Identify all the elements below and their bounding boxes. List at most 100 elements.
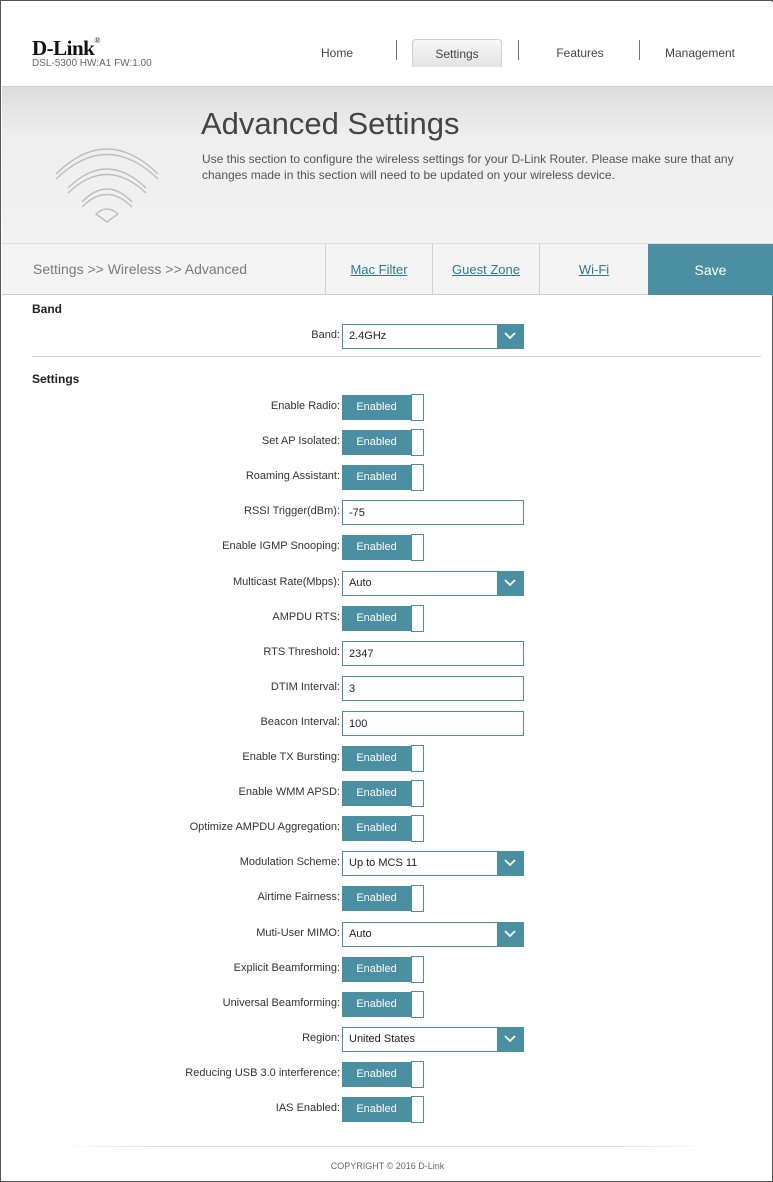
setting-label: DTIM Interval: (270, 681, 340, 693)
select-value: United States (349, 1033, 416, 1045)
setting-input[interactable] (342, 711, 524, 736)
nav-features[interactable]: Features (535, 39, 625, 67)
breadcrumb: Settings >> Wireless >> Advanced (33, 261, 248, 277)
wifi-link[interactable]: Wi-Fi (539, 244, 648, 295)
toggle-knob[interactable] (411, 464, 424, 491)
setting-row: Enable Radio: Enabled (1, 394, 773, 421)
setting-input[interactable] (342, 641, 524, 666)
nav-divider (396, 40, 397, 60)
page-banner: Advanced Settings Use this section to co… (2, 86, 773, 243)
enabled-toggle[interactable]: Enabled (342, 780, 424, 807)
page-title: Advanced Settings (201, 106, 460, 141)
copyright: COPYRIGHT © 2016 D-Link (330, 1161, 445, 1171)
toggle-state: Enabled (342, 992, 411, 1017)
enabled-toggle[interactable]: Enabled (342, 745, 424, 772)
setting-label: Beacon Interval: (260, 716, 341, 728)
toggle-state: Enabled (342, 1097, 411, 1122)
toggle-knob[interactable] (411, 1096, 424, 1123)
setting-label: Set AP Isolated: (261, 435, 340, 447)
setting-select[interactable]: Auto (342, 571, 524, 596)
toggle-knob[interactable] (411, 394, 424, 421)
enabled-toggle[interactable]: Enabled (342, 815, 424, 842)
guest-zone-link[interactable]: Guest Zone (432, 244, 539, 295)
setting-label: IAS Enabled: (275, 1102, 340, 1114)
setting-input[interactable] (342, 500, 524, 525)
enabled-toggle[interactable]: Enabled (342, 605, 424, 632)
setting-row: AMPDU RTS: Enabled (1, 605, 773, 632)
band-select-value: 2.4GHz (349, 330, 387, 342)
toggle-state: Enabled (342, 816, 411, 841)
toggle-knob[interactable] (411, 1061, 424, 1088)
chevron-down-icon[interactable] (497, 1028, 523, 1051)
setting-row: Muti-User MIMO: Auto (1, 921, 773, 947)
chevron-down-icon[interactable] (497, 572, 523, 595)
setting-select[interactable]: Up to MCS 11 (342, 851, 524, 876)
toggle-state: Enabled (342, 465, 411, 490)
save-button[interactable]: Save (648, 244, 773, 295)
toggle-state: Enabled (342, 746, 411, 771)
wifi-icon (55, 148, 159, 223)
top-bar: D-Link® DSL-5300 HW:A1 FW:1.00 Home Sett… (2, 2, 773, 86)
nav-settings[interactable]: Settings (412, 39, 502, 67)
setting-label: Region: (302, 1032, 340, 1044)
toggle-knob[interactable] (411, 991, 424, 1018)
setting-row: RSSI Trigger(dBm): (1, 499, 773, 525)
enabled-toggle[interactable]: Enabled (342, 394, 424, 421)
sub-navigation: Settings >> Wireless >> Advanced Mac Fil… (2, 243, 773, 295)
setting-label: Roaming Assistant: (245, 470, 340, 482)
toggle-knob[interactable] (411, 605, 424, 632)
band-label: Band: (311, 329, 340, 341)
setting-row: Beacon Interval: (1, 710, 773, 736)
enabled-toggle[interactable]: Enabled (342, 429, 424, 456)
nav-divider (518, 40, 519, 60)
select-value: Auto (349, 928, 372, 940)
band-select[interactable]: 2.4GHz (342, 324, 524, 349)
setting-row: IAS Enabled: Enabled (1, 1096, 773, 1123)
setting-select[interactable]: United States (342, 1027, 524, 1052)
setting-label: Enable IGMP Snooping: (222, 540, 340, 552)
nav-home[interactable]: Home (302, 39, 372, 67)
setting-row: Enable IGMP Snooping: Enabled (1, 534, 773, 561)
setting-label: Multicast Rate(Mbps): (233, 576, 340, 588)
toggle-knob[interactable] (411, 429, 424, 456)
setting-label: RTS Threshold: (263, 646, 340, 658)
setting-row: Airtime Fairness: Enabled (1, 885, 773, 912)
setting-label: Explicit Beamforming: (233, 962, 340, 974)
setting-row: Enable WMM APSD: Enabled (1, 780, 773, 807)
toggle-knob[interactable] (411, 745, 424, 772)
setting-row: Multicast Rate(Mbps): Auto (1, 570, 773, 596)
setting-row: Region: United States (1, 1026, 773, 1052)
setting-input[interactable] (342, 676, 524, 701)
footer-divider (61, 1146, 711, 1147)
chevron-down-icon[interactable] (497, 325, 523, 348)
setting-label: Enable TX Bursting: (242, 751, 340, 763)
toggle-state: Enabled (342, 606, 411, 631)
band-row: Band: 2.4GHz (1, 323, 773, 349)
enabled-toggle[interactable]: Enabled (342, 991, 424, 1018)
toggle-knob[interactable] (411, 780, 424, 807)
toggle-knob[interactable] (411, 534, 424, 561)
enabled-toggle[interactable]: Enabled (342, 1096, 424, 1123)
chevron-down-icon[interactable] (497, 923, 523, 946)
enabled-toggle[interactable]: Enabled (342, 956, 424, 983)
mac-filter-link[interactable]: Mac Filter (325, 244, 432, 295)
toggle-state: Enabled (342, 430, 411, 455)
toggle-knob[interactable] (411, 885, 424, 912)
nav-management[interactable]: Management (650, 39, 750, 67)
enabled-toggle[interactable]: Enabled (342, 1061, 424, 1088)
setting-select[interactable]: Auto (342, 922, 524, 947)
setting-row: Roaming Assistant: Enabled (1, 464, 773, 491)
setting-row: Optimize AMPDU Aggregation: Enabled (1, 815, 773, 842)
setting-label: AMPDU RTS: (272, 611, 340, 623)
enabled-toggle[interactable]: Enabled (342, 534, 424, 561)
setting-label: Modulation Scheme: (239, 856, 340, 868)
toggle-knob[interactable] (411, 956, 424, 983)
enabled-toggle[interactable]: Enabled (342, 885, 424, 912)
setting-row: Explicit Beamforming: Enabled (1, 956, 773, 983)
settings-section-title: Settings (32, 372, 80, 386)
page-description: Use this section to configure the wirele… (202, 152, 734, 182)
enabled-toggle[interactable]: Enabled (342, 464, 424, 491)
toggle-state: Enabled (342, 395, 411, 420)
chevron-down-icon[interactable] (497, 852, 523, 875)
toggle-knob[interactable] (411, 815, 424, 842)
